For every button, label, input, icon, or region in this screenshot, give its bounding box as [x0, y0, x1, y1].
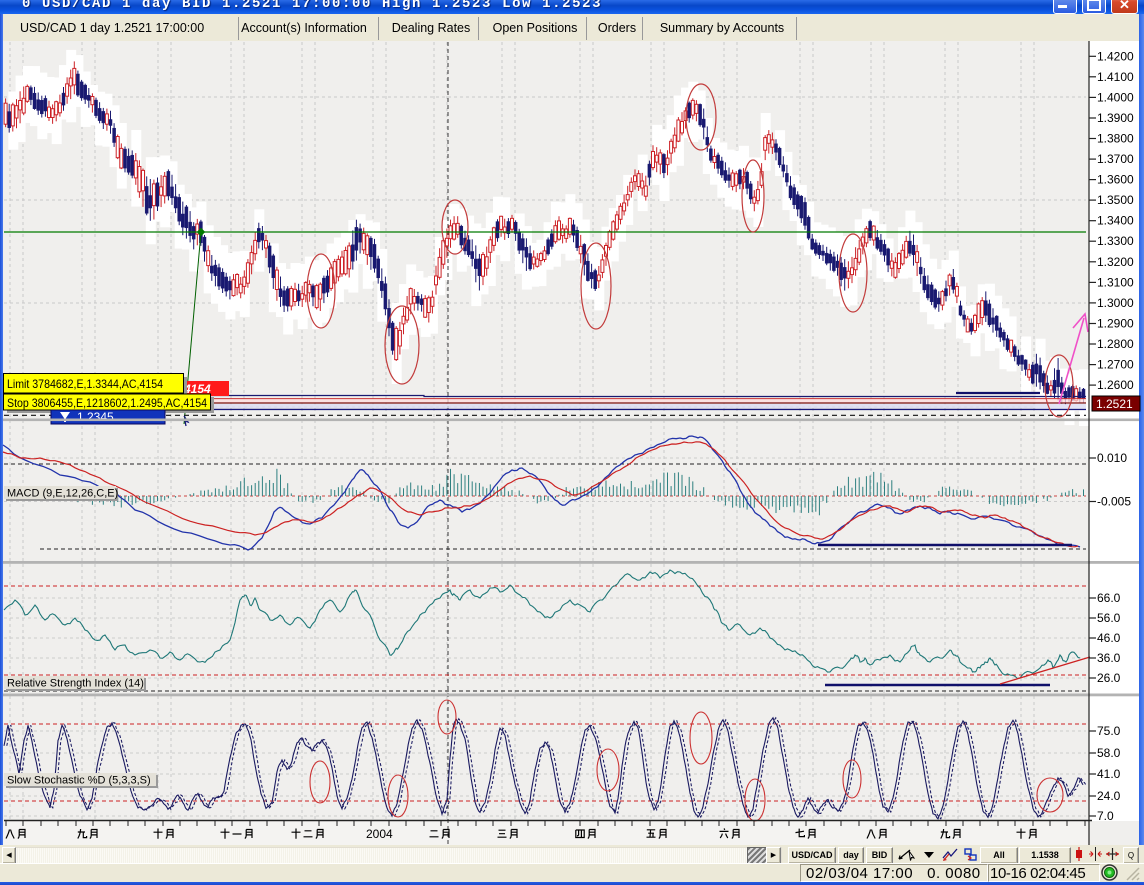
svg-text:26.0: 26.0 — [1097, 671, 1121, 685]
svg-text:58.0: 58.0 — [1097, 746, 1121, 760]
svg-text:2004: 2004 — [366, 827, 393, 841]
svg-text:1.3900: 1.3900 — [1097, 111, 1134, 125]
svg-text:Stop 3806455,E,1218602,1.2495,: Stop 3806455,E,1218602,1.2495,AC,4154 — [7, 396, 207, 410]
svg-text:-0.005: -0.005 — [1097, 495, 1131, 509]
svg-text:1.2345: 1.2345 — [77, 410, 114, 424]
svg-text:41.0: 41.0 — [1097, 767, 1121, 781]
svg-text:0.010: 0.010 — [1097, 451, 1127, 465]
svg-text:66.0: 66.0 — [1097, 591, 1121, 605]
svg-text:1.3400: 1.3400 — [1097, 214, 1134, 228]
svg-text:1.2700: 1.2700 — [1097, 358, 1134, 372]
svg-text:7.0: 7.0 — [1097, 809, 1114, 823]
svg-text:75.0: 75.0 — [1097, 724, 1121, 738]
svg-text:1.3300: 1.3300 — [1097, 234, 1134, 248]
svg-text:1.4000: 1.4000 — [1097, 90, 1134, 104]
svg-text:46.0: 46.0 — [1097, 631, 1121, 645]
svg-text:1.2521: 1.2521 — [1096, 397, 1133, 411]
svg-text:1.2900: 1.2900 — [1097, 317, 1134, 331]
svg-text:36.0: 36.0 — [1097, 651, 1121, 665]
svg-text:56.0: 56.0 — [1097, 611, 1121, 625]
svg-text:Relative Strength Index (14): Relative Strength Index (14) — [7, 678, 144, 690]
svg-text:1.3200: 1.3200 — [1097, 255, 1134, 269]
svg-text:1.2800: 1.2800 — [1097, 337, 1134, 351]
svg-text:24.0: 24.0 — [1097, 789, 1121, 803]
svg-text:1.3100: 1.3100 — [1097, 275, 1134, 289]
svg-text:1.3600: 1.3600 — [1097, 173, 1134, 187]
svg-text:1.3700: 1.3700 — [1097, 152, 1134, 166]
svg-text:Limit 3784682,E,1.3344,AC,4154: Limit 3784682,E,1.3344,AC,4154 — [7, 377, 163, 391]
svg-text:1.3500: 1.3500 — [1097, 193, 1134, 207]
svg-text:1.3800: 1.3800 — [1097, 132, 1134, 146]
svg-text:1.2600: 1.2600 — [1097, 378, 1134, 392]
svg-text:1.4100: 1.4100 — [1097, 70, 1134, 84]
svg-text:Slow Stochastic %D (5,3,3,S): Slow Stochastic %D (5,3,3,S) — [7, 775, 151, 787]
svg-text:MACD (9,E,12,26,C,E): MACD (9,E,12,26,C,E) — [7, 488, 118, 500]
svg-text:1.3000: 1.3000 — [1097, 296, 1134, 310]
svg-text:1.4200: 1.4200 — [1097, 49, 1134, 63]
